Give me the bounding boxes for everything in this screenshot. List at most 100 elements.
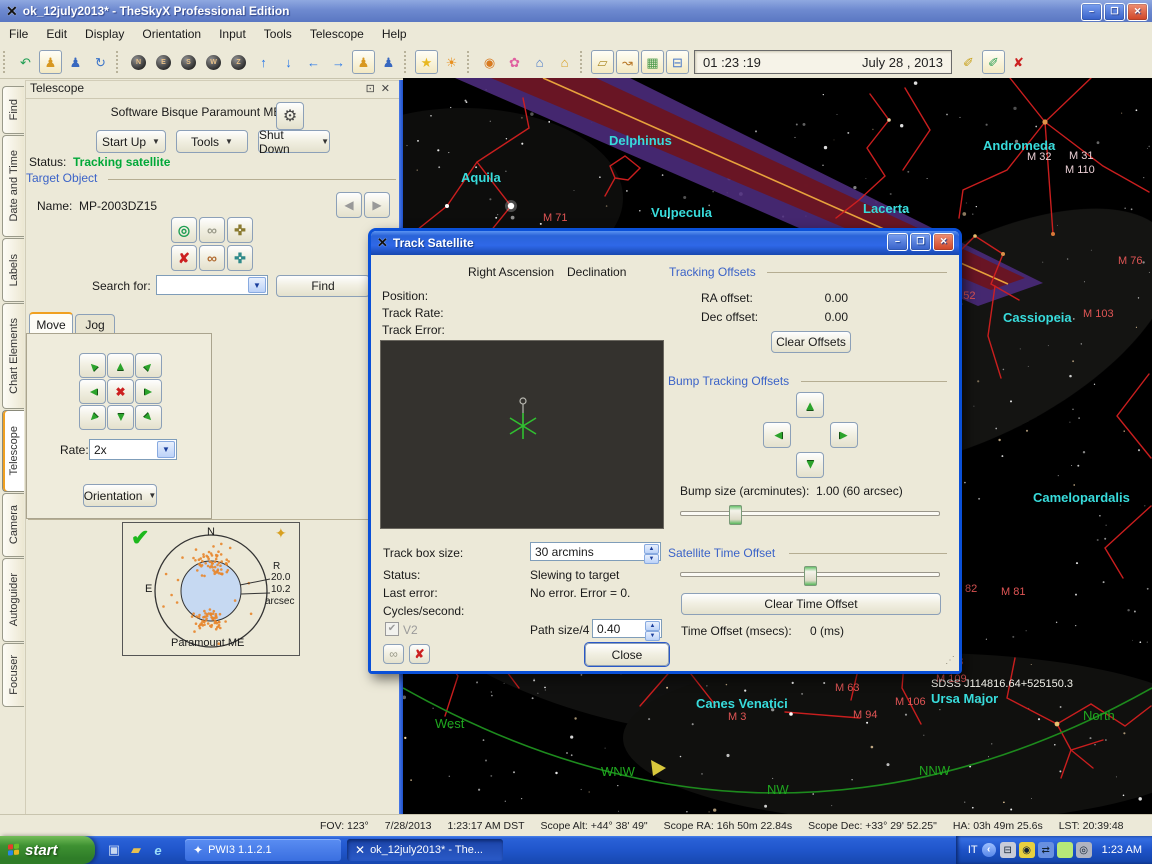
time-date-display[interactable]: 01 :23 :19 July 28 , 2013 bbox=[694, 50, 952, 74]
move-ne-button[interactable]: ▲ bbox=[135, 353, 162, 378]
menu-display[interactable]: Display bbox=[76, 24, 133, 44]
bump-left-button[interactable]: ▲ bbox=[763, 422, 791, 448]
device-settings-button[interactable]: ⚙ bbox=[276, 102, 304, 130]
chevron-down-icon[interactable]: ▼ bbox=[157, 441, 175, 458]
scope-pos-s-icon[interactable]: S bbox=[177, 50, 200, 74]
rate-select[interactable]: 2x▼ bbox=[89, 439, 177, 460]
sidebar-tab-chart-elements[interactable]: Chart Elements bbox=[2, 303, 24, 409]
dialog-restore-button[interactable]: ❐ bbox=[910, 233, 931, 251]
spin-up-icon[interactable]: ▲ bbox=[645, 621, 660, 631]
abort-icon[interactable]: ✘ bbox=[1007, 50, 1030, 74]
show-desktop-icon[interactable]: ▣ bbox=[105, 840, 123, 860]
pan-up-icon[interactable]: ↑ bbox=[252, 50, 275, 74]
move-nw-button[interactable]: ▲ bbox=[79, 353, 106, 378]
eye-tray-icon[interactable]: ◉ bbox=[1019, 842, 1035, 858]
spin-up-icon[interactable]: ▲ bbox=[644, 544, 659, 554]
folder-icon[interactable]: ▰ bbox=[127, 840, 145, 860]
close-button[interactable]: ✕ bbox=[1127, 3, 1148, 21]
camera-tray-icon[interactable]: ◎ bbox=[1076, 842, 1092, 858]
abort-slew-button[interactable]: ✘ bbox=[171, 245, 197, 271]
dialog-title-bar[interactable]: ✕ Track Satellite – ❐ ✕ bbox=[371, 231, 959, 255]
start-button[interactable]: start bbox=[0, 836, 95, 864]
connect-telescope-icon[interactable]: ♟ bbox=[39, 50, 62, 74]
display-tray-icon[interactable]: ⊟ bbox=[1000, 842, 1016, 858]
toolbar-grip[interactable] bbox=[580, 51, 587, 73]
star-chart-icon[interactable]: ★ bbox=[415, 50, 438, 74]
pin-icon[interactable]: ✐ bbox=[957, 50, 980, 74]
next-target-button[interactable]: ▶ bbox=[364, 192, 390, 218]
stop-move-button[interactable]: ✖ bbox=[107, 379, 134, 404]
prev-target-button[interactable]: ◀ bbox=[336, 192, 362, 218]
move-n-button[interactable]: ▲ bbox=[107, 353, 134, 378]
dome-blue-icon[interactable]: ⌂ bbox=[528, 50, 551, 74]
panel-close-icon[interactable]: ✕ bbox=[381, 83, 396, 95]
sidebar-tab-labels[interactable]: Labels bbox=[2, 238, 24, 302]
task-button-skyx[interactable]: ✕ok_12july2013* - The... bbox=[347, 839, 503, 861]
show-photo-button[interactable]: ∞ bbox=[199, 217, 225, 243]
leaf-tray-icon[interactable] bbox=[1057, 842, 1073, 858]
menu-edit[interactable]: Edit bbox=[37, 24, 76, 44]
path-icon[interactable]: ↝ bbox=[616, 50, 639, 74]
sync-orbit-icon[interactable]: ↻ bbox=[89, 50, 112, 74]
sidebar-tab-focuser[interactable]: Focuser bbox=[2, 643, 24, 707]
spin-down-icon[interactable]: ▼ bbox=[644, 554, 659, 564]
sidebar-tab-date-and-time[interactable]: Date and Time bbox=[2, 135, 24, 237]
menu-orientation[interactable]: Orientation bbox=[133, 24, 210, 44]
dome-yellow-icon[interactable]: ⌂ bbox=[553, 50, 576, 74]
resize-grip[interactable]: ⋰ bbox=[945, 655, 955, 666]
time-offset-slider[interactable] bbox=[680, 566, 940, 580]
minimize-button[interactable]: – bbox=[1081, 3, 1102, 21]
sidebar-tab-camera[interactable]: Camera bbox=[2, 493, 24, 557]
chevron-down-icon[interactable]: ▼ bbox=[248, 277, 266, 293]
panel-header[interactable]: Telescope ⊡✕ bbox=[26, 81, 400, 99]
menu-input[interactable]: Input bbox=[210, 24, 255, 44]
clear-offsets-button[interactable]: Clear Offsets bbox=[771, 331, 851, 353]
menu-tools[interactable]: Tools bbox=[255, 24, 301, 44]
photo-button[interactable]: ∞ bbox=[383, 644, 404, 664]
move-se-button[interactable]: ▲ bbox=[135, 405, 162, 430]
flower-marker-icon[interactable]: ✿ bbox=[503, 50, 526, 74]
spin-down-icon[interactable]: ▼ bbox=[645, 631, 660, 641]
search-input[interactable]: ▼ bbox=[156, 275, 268, 295]
pin-track-icon[interactable]: ✐ bbox=[982, 50, 1005, 74]
menu-file[interactable]: File bbox=[0, 24, 37, 44]
move-w-button[interactable]: ▲ bbox=[79, 379, 106, 404]
slew-target-button[interactable]: ◎ bbox=[171, 217, 197, 243]
find-telescope-icon[interactable]: ♟ bbox=[377, 50, 400, 74]
scope-pos-w-icon[interactable]: W bbox=[202, 50, 225, 74]
bump-up-button[interactable]: ▲ bbox=[796, 392, 824, 418]
menu-telescope[interactable]: Telescope bbox=[301, 24, 373, 44]
pan-down-icon[interactable]: ↓ bbox=[277, 50, 300, 74]
track-box-size-input[interactable]: 30 arcmins ▲▼ bbox=[530, 542, 661, 561]
network-tray-icon[interactable]: ⇄ bbox=[1038, 842, 1054, 858]
scope-pos-n-icon[interactable]: N bbox=[127, 50, 150, 74]
startup-button[interactable]: Start Up▼ bbox=[96, 130, 166, 153]
orientation-button[interactable]: Orientation▼ bbox=[83, 484, 157, 507]
monitor-clock-icon[interactable]: ⊟ bbox=[666, 50, 689, 74]
clear-time-offset-button[interactable]: Clear Time Offset bbox=[681, 593, 941, 615]
sync-crosshair-button[interactable]: ✜ bbox=[227, 245, 253, 271]
comet-icon[interactable]: ◉ bbox=[478, 50, 501, 74]
bump-right-button[interactable]: ▲ bbox=[830, 422, 858, 448]
bump-size-slider[interactable] bbox=[680, 505, 940, 519]
tray-chevron-icon[interactable]: ‹ bbox=[982, 843, 996, 857]
shutdown-button[interactable]: Shut Down▼ bbox=[258, 130, 330, 153]
slider-thumb[interactable] bbox=[804, 566, 817, 586]
disconnect-telescope-icon[interactable]: ♟ bbox=[64, 50, 87, 74]
sun-icon[interactable]: ☀ bbox=[440, 50, 463, 74]
tab-jog[interactable]: Jog bbox=[75, 314, 115, 334]
photo-flag-button[interactable]: ∞ bbox=[199, 245, 225, 271]
browser-icon[interactable]: e bbox=[149, 840, 167, 860]
sidebar-tab-telescope[interactable]: Telescope bbox=[2, 410, 24, 492]
v2-checkbox[interactable]: ✔ bbox=[385, 622, 399, 636]
goto-telescope-icon[interactable]: ♟ bbox=[352, 50, 375, 74]
grid-frame-icon[interactable]: ▦ bbox=[641, 50, 664, 74]
bump-down-button[interactable]: ▲ bbox=[796, 452, 824, 478]
sidebar-tab-find[interactable]: Find bbox=[2, 86, 24, 134]
move-e-button[interactable]: ▲ bbox=[135, 379, 162, 404]
toolbar-grip[interactable] bbox=[404, 51, 411, 73]
close-dialog-button[interactable]: Close bbox=[585, 643, 669, 666]
language-indicator[interactable]: IT bbox=[968, 844, 978, 856]
restore-button[interactable]: ❐ bbox=[1104, 3, 1125, 21]
pan-right-icon[interactable]: → bbox=[327, 50, 350, 74]
